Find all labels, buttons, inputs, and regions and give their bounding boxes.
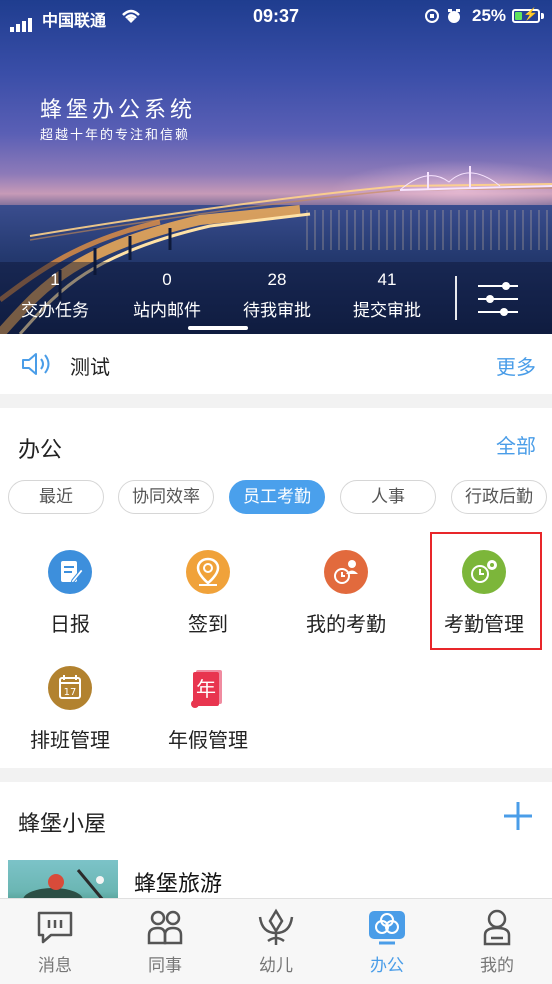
daily-report-icon — [48, 550, 92, 594]
stat-label: 交办任务 — [21, 301, 89, 321]
profile-icon — [483, 909, 511, 946]
calendar-day: 17 — [64, 687, 77, 698]
clock: 09:37 — [252, 6, 300, 26]
section-title: 蜂堡小屋 — [18, 812, 107, 837]
annual-leave-icon: 年 — [191, 670, 222, 708]
tab-messages[interactable]: 消息 — [0, 907, 110, 976]
hero-subtitle: 超越十年的专注和信赖 — [40, 128, 191, 143]
app-daily-report[interactable]: 日报 — [5, 550, 135, 637]
tab-label: 办公 — [370, 956, 404, 976]
app-my-attendance[interactable]: 我的考勤 — [281, 550, 411, 637]
notice-more-link[interactable]: 更多 — [496, 351, 536, 380]
section-title: 办公 — [18, 438, 63, 463]
battery-icon: ⚡ — [512, 7, 540, 23]
chip-hr[interactable]: 人事 — [340, 480, 436, 514]
notice-text: 测试 — [70, 355, 110, 379]
stat-assigned-tasks[interactable]: 1 交办任务 — [0, 270, 110, 321]
page-indicator — [188, 326, 248, 330]
app-label: 我的考勤 — [306, 612, 386, 636]
leave-char: 年 — [196, 677, 216, 701]
stat-submitted-approval[interactable]: 41 提交审批 — [332, 270, 442, 321]
hero-title: 蜂堡办公系统 — [40, 98, 197, 123]
tab-label: 消息 — [38, 956, 72, 976]
app-label: 年假管理 — [168, 728, 248, 752]
stats-divider — [455, 276, 457, 320]
app-scheduling[interactable]: 17 排班管理 — [5, 666, 135, 753]
stat-label: 站内邮件 — [133, 301, 201, 321]
tab-label: 我的 — [480, 956, 514, 976]
schedule-icon: 17 — [48, 666, 92, 710]
check-in-icon — [186, 550, 230, 594]
app-label: 签到 — [188, 612, 228, 636]
my-attendance-icon — [324, 550, 368, 594]
children-icon — [258, 908, 294, 945]
notice-bar[interactable]: 测试 更多 — [0, 334, 552, 394]
stat-label: 待我审批 — [243, 301, 311, 321]
plus-icon[interactable] — [502, 800, 534, 832]
status-bar: 中国联通 09:37 25% ⚡ — [0, 0, 552, 34]
stat-value: 41 — [377, 270, 397, 289]
selection-highlight — [430, 532, 542, 650]
tab-colleagues[interactable]: 同事 — [110, 907, 220, 976]
hut-section: 蜂堡小屋 蜂堡旅游 — [0, 782, 552, 912]
chip-admin[interactable]: 行政后勤 — [451, 480, 547, 514]
app-label: 日报 — [50, 612, 90, 636]
stat-label: 提交审批 — [353, 301, 421, 321]
battery-tip — [541, 13, 544, 19]
stat-pending-approval[interactable]: 28 待我审批 — [222, 270, 332, 321]
chip-attendance[interactable]: 员工考勤 — [229, 480, 325, 514]
tab-profile[interactable]: 我的 — [442, 907, 552, 976]
tab-bar: 消息 同事 幼儿 办公 我的 — [0, 898, 552, 984]
tab-label: 幼儿 — [259, 956, 293, 976]
app-check-in[interactable]: 签到 — [143, 550, 273, 637]
stat-internal-mail[interactable]: 0 站内邮件 — [112, 270, 222, 321]
hut-item-title[interactable]: 蜂堡旅游 — [134, 866, 222, 898]
tab-office[interactable]: 办公 — [332, 907, 442, 976]
tab-children[interactable]: 幼儿 — [221, 907, 331, 976]
sliders-icon[interactable] — [476, 280, 520, 318]
chip-recent[interactable]: 最近 — [8, 480, 104, 514]
stat-value: 1 — [50, 270, 60, 289]
hero-banner: 中国联通 09:37 25% ⚡ 蜂堡办公系统 超越十年的专注和信赖 1 交办任… — [0, 0, 552, 334]
colleagues-icon — [147, 910, 183, 945]
office-all-link[interactable]: 全部 — [496, 430, 536, 459]
stat-value: 0 — [162, 270, 172, 289]
tab-label: 同事 — [148, 956, 182, 976]
lock-rotation-icon — [424, 8, 464, 27]
app-annual-leave[interactable]: 年 年假管理 — [143, 666, 273, 753]
stat-value: 28 — [267, 270, 287, 289]
stats-bar: 1 交办任务 0 站内邮件 28 待我审批 41 提交审批 — [0, 262, 552, 334]
battery-percent: 25% — [472, 6, 507, 25]
office-icon — [369, 911, 405, 945]
chip-collaboration[interactable]: 协同效率 — [118, 480, 214, 514]
message-icon — [37, 911, 73, 944]
speaker-icon — [22, 353, 50, 375]
app-label: 排班管理 — [30, 728, 110, 752]
